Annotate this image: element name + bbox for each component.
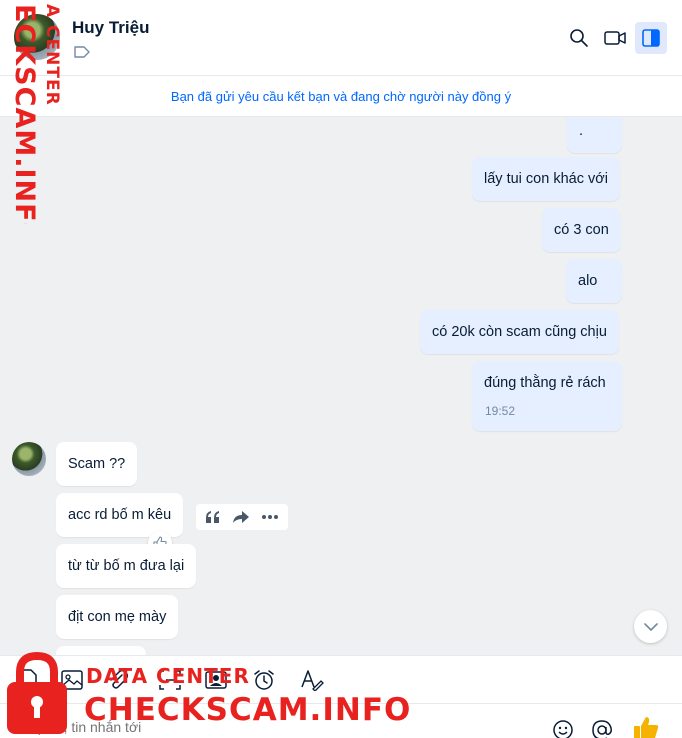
emoji-button[interactable]: [551, 718, 575, 738]
message-bubble-incoming[interactable]: Scam ??: [56, 442, 138, 486]
sender-avatar[interactable]: [12, 442, 46, 476]
chat-header: Huy Triệu: [0, 0, 682, 76]
reminder-icon: [254, 670, 274, 690]
screenshot-icon: [159, 670, 181, 690]
reminder-button[interactable]: [250, 666, 278, 694]
quote-icon[interactable]: [205, 510, 221, 524]
screenshot-button[interactable]: [156, 666, 184, 694]
forward-icon[interactable]: [232, 510, 250, 524]
message-bubble-outgoing[interactable]: .: [567, 117, 622, 153]
message-timestamp: 19:52: [485, 404, 516, 418]
tag-icon[interactable]: [74, 46, 90, 58]
emoji-icon: [553, 720, 573, 738]
attachment-icon: [110, 669, 128, 689]
attachment-button[interactable]: [104, 666, 132, 694]
contact-name[interactable]: Huy Triệu: [72, 18, 149, 38]
message-bubble-incoming[interactable]: [56, 646, 146, 655]
watermark-vertical: ECKSCAM.INFO A CENTER: [6, 4, 60, 224]
message-bubble-outgoing[interactable]: lấy tui con khác với: [472, 157, 620, 201]
message-bubble-outgoing[interactable]: alo: [566, 259, 622, 303]
message-bubble-outgoing[interactable]: có 20k còn scam cũng chịu: [420, 310, 619, 354]
thumbs-up-icon: [634, 717, 659, 738]
image-icon: [61, 670, 83, 690]
watermark-vertical-small: A CENTER: [42, 4, 60, 106]
video-call-icon: [604, 31, 626, 45]
format-text-icon: [301, 670, 324, 691]
friend-request-notice[interactable]: Bạn đã gửi yêu cầu kết bạn và đang chờ n…: [0, 76, 682, 117]
search-button[interactable]: [565, 24, 593, 52]
image-button[interactable]: [58, 666, 86, 694]
sidebar-toggle-icon: [642, 29, 660, 47]
message-input[interactable]: [12, 716, 532, 738]
contact-card-button[interactable]: [202, 666, 230, 694]
video-call-button[interactable]: [601, 24, 629, 52]
format-text-button[interactable]: [298, 666, 326, 694]
contact-card-icon: [205, 671, 227, 689]
scroll-to-bottom-button[interactable]: [634, 610, 667, 643]
more-icon[interactable]: [261, 514, 279, 520]
message-composer: [0, 703, 682, 738]
message-list[interactable]: . lấy tui con khác với có 3 con alo có 2…: [0, 117, 682, 655]
mention-button[interactable]: [590, 718, 614, 738]
at-sign-icon: [592, 720, 612, 738]
message-actions: [196, 504, 288, 530]
message-bubble-outgoing[interactable]: có 3 con: [542, 208, 621, 252]
message-text: đúng thằng rẻ rách: [484, 375, 606, 391]
watermark-vertical-big: ECKSCAM.INFO: [9, 4, 40, 224]
sticker-icon: [20, 669, 37, 691]
message-bubble-outgoing[interactable]: đúng thằng rẻ rách 19:52: [472, 361, 622, 431]
search-icon: [570, 29, 588, 47]
message-bubble-incoming[interactable]: từ từ bố m đưa lại: [56, 544, 197, 588]
message-bubble-incoming[interactable]: địt con mẹ mày: [56, 595, 179, 639]
message-bubble-incoming[interactable]: acc rd bố m kêu: [56, 493, 184, 537]
quick-like-button[interactable]: [632, 714, 660, 738]
sticker-button[interactable]: [14, 666, 42, 694]
composer-toolbar: [0, 655, 682, 703]
chevron-down-icon: [643, 622, 658, 631]
sidebar-toggle-button[interactable]: [635, 22, 667, 54]
